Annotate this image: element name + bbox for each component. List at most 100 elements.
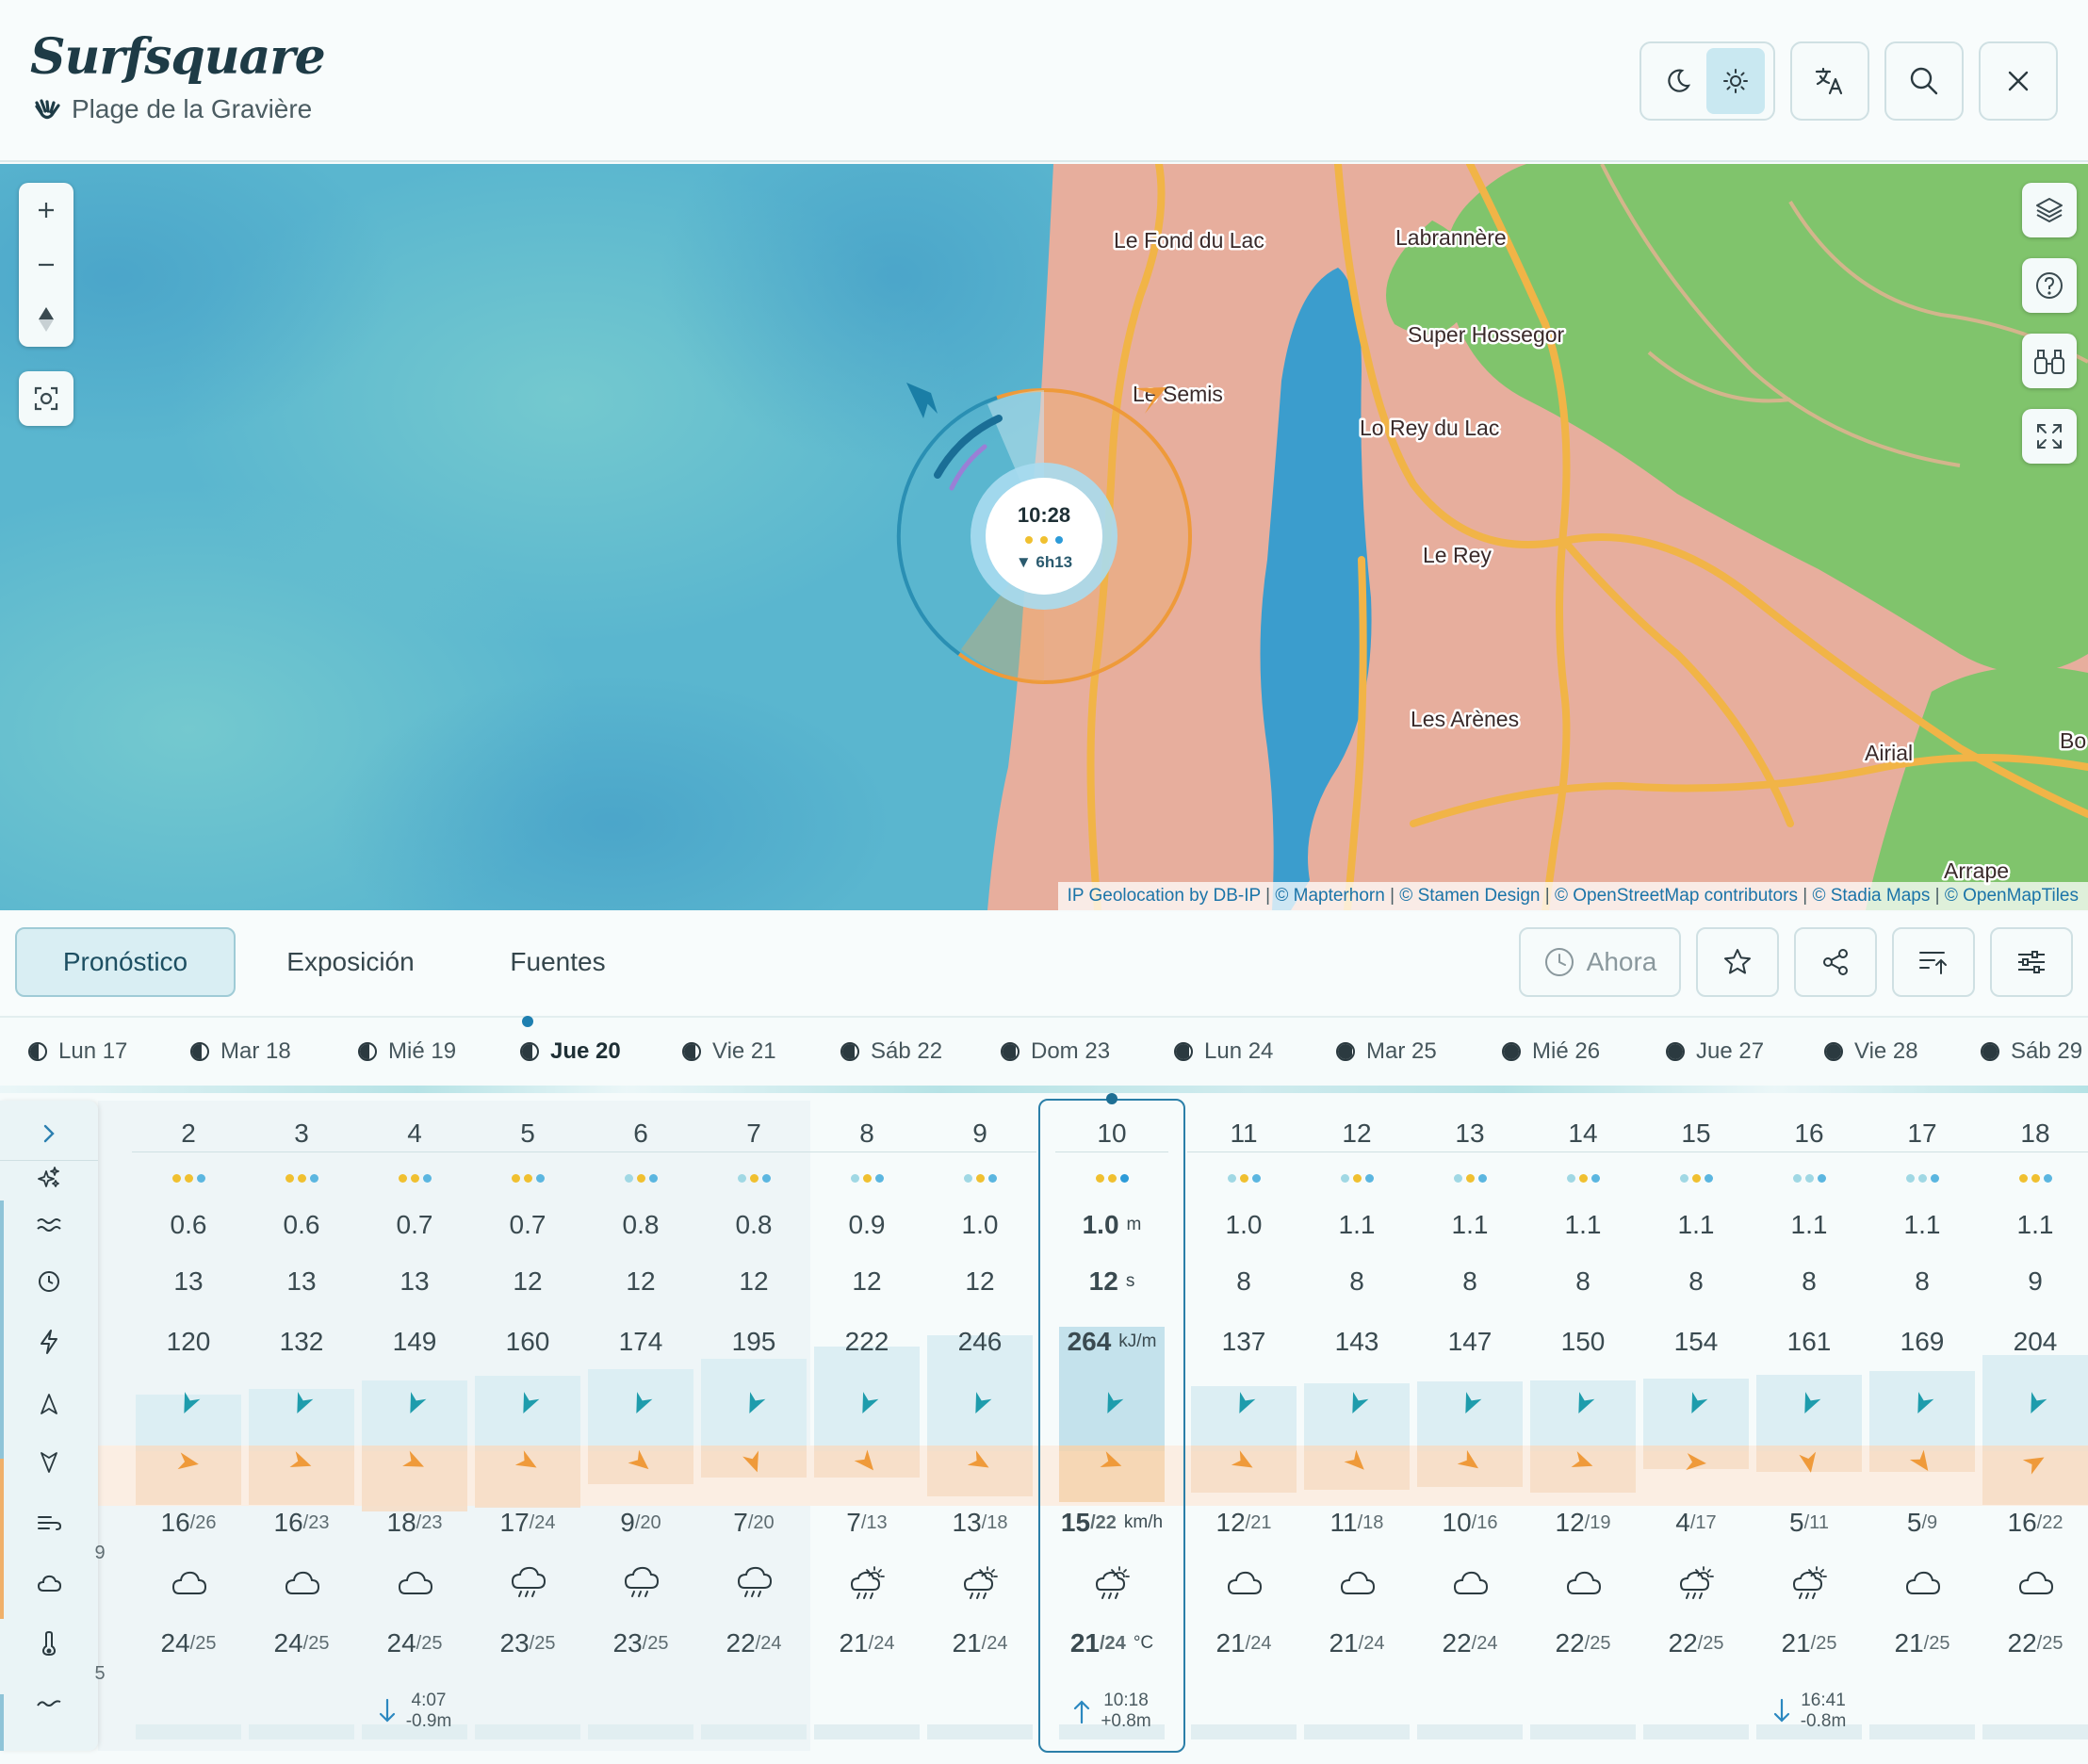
wind-speed-row-icon[interactable] bbox=[0, 1496, 98, 1549]
hour-column[interactable]: 18 1.1 9 204 16/22 22/25 bbox=[1979, 1101, 2088, 1751]
tide-row-icon[interactable] bbox=[0, 1677, 98, 1730]
energy-cell: 120 bbox=[132, 1315, 245, 1368]
day-tab[interactable]: Lun 17 bbox=[28, 1038, 127, 1065]
hour-label[interactable]: 15 bbox=[1639, 1108, 1753, 1159]
hour-label[interactable]: 12 bbox=[1300, 1108, 1413, 1159]
favorite-button[interactable] bbox=[1696, 927, 1779, 997]
hour-column[interactable]: 8 0.9 12 222 7/13 21/24 bbox=[810, 1101, 923, 1751]
hour-column[interactable]: 2 0.6 13 120 16/26 24/25 bbox=[132, 1101, 245, 1751]
layers-button[interactable] bbox=[2022, 183, 2077, 237]
attrib-osm[interactable]: © OpenStreetMap contributors bbox=[1555, 886, 1798, 906]
hour-column[interactable]: 3 0.6 13 132 16/23 24/25 bbox=[245, 1101, 358, 1751]
swell-dir-row-icon[interactable] bbox=[0, 1378, 98, 1430]
day-tab[interactable]: Sáb 22 bbox=[840, 1038, 942, 1065]
hour-label[interactable]: 13 bbox=[1413, 1108, 1526, 1159]
hour-label[interactable]: 7 bbox=[697, 1108, 810, 1159]
wave-height-row-icon[interactable] bbox=[0, 1199, 98, 1251]
swell-direction-cell bbox=[584, 1378, 697, 1430]
fullscreen-button[interactable] bbox=[2022, 409, 2077, 464]
attrib-stadia[interactable]: © Stadia Maps bbox=[1812, 886, 1930, 906]
close-button[interactable] bbox=[1979, 41, 2058, 121]
attrib-openmaptiles[interactable]: © OpenMapTiles bbox=[1945, 886, 2079, 906]
hour-column[interactable]: 16 1.1 8 161 5/11 21/25 16:41 -0.8m bbox=[1753, 1101, 1866, 1751]
forecast-grid[interactable]: 2 0.6 13 120 16/26 24/25 3 0.6 13 132 16/23 24/25 4 0… bbox=[0, 1093, 2088, 1764]
hour-label[interactable]: 11 bbox=[1187, 1108, 1300, 1159]
zoom-out-button[interactable] bbox=[19, 237, 73, 292]
zoom-in-button[interactable] bbox=[19, 183, 73, 237]
day-tab[interactable]: Lun 24 bbox=[1174, 1038, 1273, 1065]
hour-label[interactable]: 16 bbox=[1753, 1108, 1866, 1159]
search-button[interactable] bbox=[1884, 41, 1964, 121]
sun-rain-cloud-icon bbox=[1792, 1566, 1827, 1599]
hour-column[interactable]: 9 1.0 12 246 13/18 21/24 bbox=[923, 1101, 1036, 1751]
day-tab[interactable]: Jue 27 bbox=[1666, 1038, 1764, 1065]
tab-exposure[interactable]: Exposición bbox=[264, 927, 437, 997]
settings-button[interactable] bbox=[1990, 927, 2073, 997]
day-tab[interactable]: Jue 20 bbox=[520, 1038, 621, 1065]
minus-icon bbox=[39, 263, 54, 267]
locate-button[interactable] bbox=[19, 371, 73, 426]
sort-button[interactable] bbox=[1892, 927, 1975, 997]
weather-row-icon[interactable] bbox=[0, 1557, 98, 1609]
hour-label[interactable]: 6 bbox=[584, 1108, 697, 1159]
tab-sources[interactable]: Fuentes bbox=[471, 927, 644, 997]
map-canvas[interactable]: Le Fond du Lac Labrannère Super Hossegor… bbox=[0, 164, 2088, 910]
attrib-mapterhorn[interactable]: © Mapterhorn bbox=[1275, 886, 1384, 906]
wind-direction-cell bbox=[1413, 1436, 1526, 1489]
expand-rows-button[interactable] bbox=[0, 1108, 98, 1159]
hour-label[interactable]: 10 bbox=[1055, 1108, 1168, 1159]
share-button[interactable] bbox=[1794, 927, 1877, 997]
hour-label[interactable]: 5 bbox=[471, 1108, 584, 1159]
cloud-icon bbox=[285, 1571, 320, 1594]
energy-row-icon[interactable] bbox=[0, 1315, 98, 1368]
tab-forecast[interactable]: Pronóstico bbox=[15, 927, 236, 997]
hour-label[interactable]: 9 bbox=[923, 1108, 1036, 1159]
now-button[interactable]: Ahora bbox=[1519, 927, 1681, 997]
binoculars-button[interactable] bbox=[2022, 334, 2077, 388]
day-tab[interactable]: Mié 26 bbox=[1502, 1038, 1600, 1065]
hour-column[interactable]: 17 1.1 8 169 5/9 21/25 bbox=[1866, 1101, 1979, 1751]
map-view[interactable]: Le Fond du Lac Labrannère Super Hossegor… bbox=[0, 164, 2088, 910]
rating-row-icon[interactable] bbox=[0, 1161, 98, 1195]
day-tab[interactable]: Sáb 29 bbox=[1981, 1038, 2082, 1065]
hour-column[interactable]: 7 0.8 12 195 7/20 22/24 bbox=[697, 1101, 810, 1751]
language-button[interactable] bbox=[1790, 41, 1869, 121]
attrib-dbip[interactable]: IP Geolocation by DB-IP bbox=[1068, 886, 1261, 906]
hour-label[interactable]: 3 bbox=[245, 1108, 358, 1159]
light-mode-button[interactable] bbox=[1706, 48, 1765, 114]
day-tab[interactable]: Mar 18 bbox=[190, 1038, 291, 1065]
tide-cell bbox=[923, 1677, 1036, 1745]
help-button[interactable] bbox=[2022, 258, 2077, 313]
hour-label[interactable]: 4 bbox=[358, 1108, 471, 1159]
temperature-cell: 21/24 bbox=[1300, 1617, 1413, 1670]
app-logo[interactable]: Surfsquare bbox=[30, 28, 326, 86]
attrib-stamen[interactable]: © Stamen Design bbox=[1399, 886, 1540, 906]
theme-toggle[interactable] bbox=[1639, 41, 1775, 121]
hour-column[interactable]: 11 1.0 8 137 12/21 21/24 bbox=[1187, 1101, 1300, 1751]
day-tab[interactable]: Vie 21 bbox=[682, 1038, 776, 1065]
hour-column[interactable]: 14 1.1 8 150 12/19 22/25 bbox=[1526, 1101, 1639, 1751]
hour-column[interactable]: 12 1.1 8 143 11/18 21/24 bbox=[1300, 1101, 1413, 1751]
wind-arrow-icon bbox=[1799, 1451, 1817, 1473]
hour-column[interactable]: 15 1.1 8 154 4/17 22/25 bbox=[1639, 1101, 1753, 1751]
hour-column[interactable]: 5 0.7 12 160 17/24 23/25 bbox=[471, 1101, 584, 1751]
dark-mode-button[interactable] bbox=[1650, 48, 1706, 114]
day-tab[interactable]: Mié 19 bbox=[358, 1038, 456, 1065]
wind-dir-row-icon[interactable] bbox=[0, 1436, 98, 1489]
temperature-row-icon[interactable] bbox=[0, 1617, 98, 1670]
hour-column[interactable]: 13 1.1 8 147 10/16 22/24 bbox=[1413, 1101, 1526, 1751]
wind-speed-cell: 16/26 bbox=[132, 1496, 245, 1549]
day-tab[interactable]: Dom 23 bbox=[1001, 1038, 1110, 1065]
hour-label[interactable]: 18 bbox=[1979, 1108, 2088, 1159]
period-row-icon[interactable] bbox=[0, 1255, 98, 1308]
hour-label[interactable]: 8 bbox=[810, 1108, 923, 1159]
hour-label[interactable]: 14 bbox=[1526, 1108, 1639, 1159]
day-tab[interactable]: Mar 25 bbox=[1336, 1038, 1437, 1065]
hour-label[interactable]: 2 bbox=[132, 1108, 245, 1159]
hour-column[interactable]: 10 1.0 m 12 s 264 kJ/m 15/22 km/h 21/24 °C 10:18 +0.… bbox=[1038, 1093, 1185, 1753]
compass-button[interactable] bbox=[19, 292, 73, 347]
hour-column[interactable]: 6 0.8 12 174 9/20 23/25 bbox=[584, 1101, 697, 1751]
day-tab[interactable]: Vie 28 bbox=[1824, 1038, 1918, 1065]
hour-label[interactable]: 17 bbox=[1866, 1108, 1979, 1159]
hour-column[interactable]: 4 0.7 13 149 18/23 24/25 4:07 -0.9m bbox=[358, 1101, 471, 1751]
